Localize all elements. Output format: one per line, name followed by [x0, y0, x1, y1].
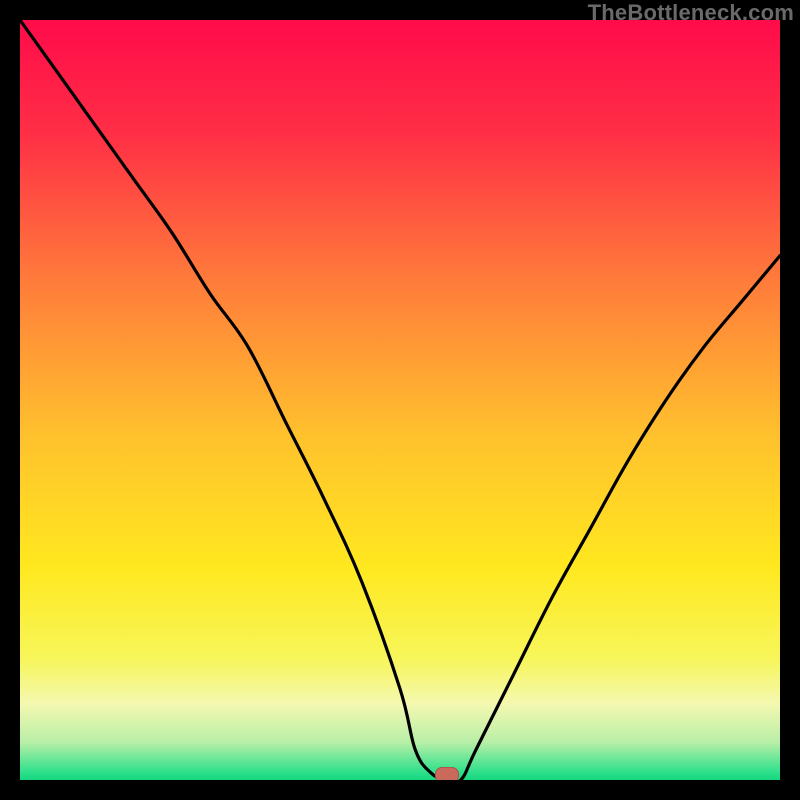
chart-frame: TheBottleneck.com: [0, 0, 800, 800]
plot-area: [20, 20, 780, 780]
watermark-text: TheBottleneck.com: [588, 0, 794, 26]
optimal-point-marker: [435, 767, 459, 780]
bottleneck-curve: [20, 20, 780, 780]
